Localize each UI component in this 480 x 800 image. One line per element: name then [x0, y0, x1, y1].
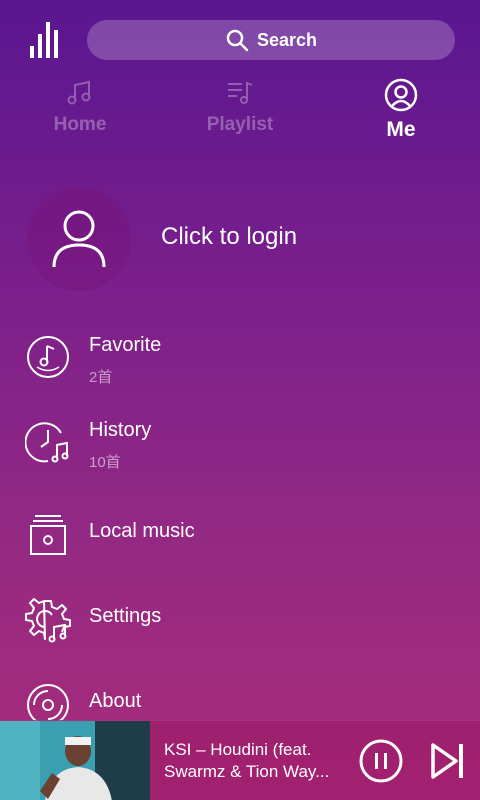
equalizer-bars-icon[interactable] [28, 20, 62, 58]
login-area[interactable]: Click to login [0, 187, 480, 291]
search-bar[interactable]: Search [87, 20, 455, 60]
menu-item-settings[interactable]: Settings [0, 583, 480, 653]
tab-home-label: Home [53, 114, 107, 135]
login-label[interactable]: Click to login [161, 223, 297, 251]
menu-item-history[interactable]: History 10首 [0, 405, 480, 475]
menu-item-title: Local music [89, 520, 195, 542]
tab-me-label: Me [386, 118, 416, 141]
skip-next-icon[interactable] [430, 742, 466, 780]
menu-item-title: Settings [89, 605, 162, 627]
user-circle-icon [384, 78, 418, 112]
menu-item-favorite[interactable]: Favorite 2首 [0, 320, 480, 390]
menu-item-title: Favorite [89, 334, 162, 356]
menu-item-count: 2首 [89, 369, 113, 386]
song-title[interactable]: KSI – Houdini (feat. Swarmz & Tion Way..… [164, 739, 346, 783]
album-art-thumbnail[interactable] [0, 721, 150, 800]
tab-playlist-label: Playlist [206, 114, 274, 135]
search-icon [226, 29, 249, 52]
top-bar: Search [0, 0, 480, 80]
user-avatar-icon [52, 210, 106, 268]
search-label: Search [256, 29, 318, 50]
mini-player[interactable]: KSI – Houdini (feat. Swarmz & Tion Way..… [0, 720, 480, 800]
menu-item-local-music[interactable]: Local music [0, 498, 480, 568]
album-art-image [0, 721, 150, 800]
tab-playlist[interactable]: Playlist [180, 78, 300, 148]
menu-item-title: About [89, 690, 142, 712]
favorite-disc-icon [27, 336, 69, 378]
menu-item-count: 10首 [89, 454, 121, 471]
tab-me[interactable]: Me [341, 78, 461, 148]
tab-bar: Home Playlist Me [0, 78, 480, 148]
pause-icon[interactable] [358, 738, 404, 784]
tab-home[interactable]: Home [20, 78, 140, 148]
avatar[interactable] [27, 187, 131, 291]
history-clock-icon [25, 422, 69, 463]
local-music-box-icon [30, 515, 66, 555]
playlist-icon [228, 81, 253, 104]
settings-gear-icon [25, 598, 71, 643]
menu-item-title: History [89, 419, 152, 441]
music-note-icon [67, 80, 91, 105]
